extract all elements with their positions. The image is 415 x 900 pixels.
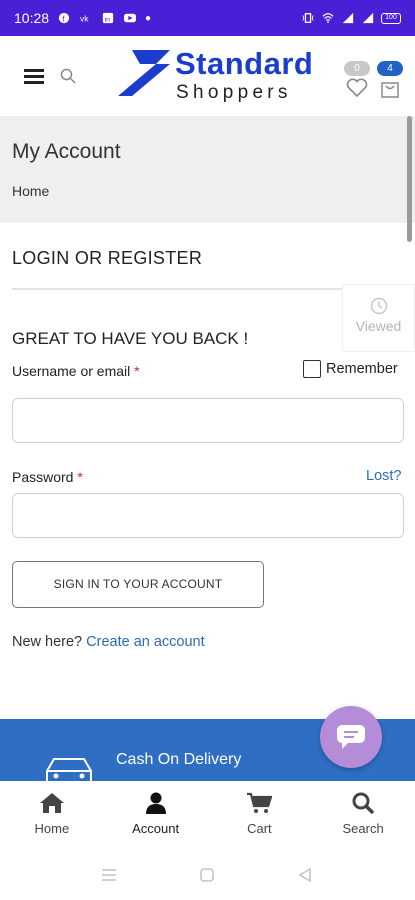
username-label-text: Username or email [12, 363, 131, 379]
svg-text:vk: vk [80, 13, 89, 23]
vibrate-icon [302, 13, 314, 23]
required-mark: * [134, 363, 140, 379]
heart-icon [346, 78, 368, 98]
password-input[interactable] [12, 493, 404, 538]
vk-icon: vk [80, 13, 89, 23]
status-time: 10:28 [14, 10, 50, 26]
checkbox-box[interactable] [303, 360, 321, 378]
nav-account-label: Account [132, 821, 180, 836]
username-input[interactable] [12, 398, 404, 443]
password-label-text: Password [12, 469, 74, 485]
chat-bubble-icon [337, 725, 365, 749]
facebook-icon: f [58, 12, 70, 23]
battery-icon: 100 [381, 12, 401, 24]
cart-count-badge: 4 [377, 61, 403, 76]
site-header: Standard Shoppers 0 4 [0, 36, 415, 116]
wifi-icon [322, 13, 334, 24]
create-account-link[interactable]: Create an account [86, 634, 205, 650]
logo-text-standard: Standard [175, 46, 314, 81]
username-label: Username or email * [12, 363, 140, 379]
bottom-navigation: Home Account Cart Search [0, 781, 415, 845]
search-icon [352, 792, 375, 815]
nav-home-label: Home [34, 821, 70, 836]
site-logo[interactable]: Standard Shoppers [118, 46, 323, 106]
remember-label: Remember [326, 361, 398, 377]
recent-apps-icon[interactable] [100, 867, 118, 888]
notification-dot-icon: ● [145, 12, 152, 24]
nav-cart[interactable]: Cart [208, 781, 312, 845]
cash-on-delivery-text: Cash On Delivery [116, 751, 242, 768]
youtube-icon [124, 13, 137, 23]
clock-icon [370, 297, 387, 315]
user-icon [145, 792, 166, 814]
signal-icon [342, 12, 354, 24]
system-navigation-bar [0, 845, 415, 900]
page-title: My Account [12, 140, 121, 163]
home-icon [39, 793, 64, 813]
breadcrumb-home[interactable]: Home [12, 183, 49, 199]
nav-search-label: Search [342, 821, 384, 836]
nav-cart-label: Cart [247, 821, 272, 836]
sign-in-button[interactable]: SIGN IN TO YOUR ACCOUNT [12, 561, 264, 608]
register-prompt: New here? Create an account [12, 634, 205, 650]
new-here-text: New here? [12, 634, 83, 650]
viewed-label: Viewed [355, 318, 402, 334]
nav-account[interactable]: Account [104, 781, 208, 845]
lost-password-link[interactable]: Lost? [366, 468, 401, 484]
required-mark: * [77, 469, 83, 485]
scrollbar-thumb[interactable] [407, 116, 412, 242]
back-icon[interactable] [297, 867, 313, 888]
signal-icon-2 [362, 12, 374, 24]
recently-viewed-widget[interactable]: Viewed [342, 284, 415, 352]
page-title-band: My Account Home [0, 116, 415, 223]
svg-text:in: in [105, 16, 111, 23]
header-search-icon[interactable] [60, 68, 76, 84]
section-divider [12, 288, 342, 290]
logo-text-shoppers: Shoppers [176, 82, 292, 103]
nav-home[interactable]: Home [0, 781, 104, 845]
logo-mark-icon [118, 50, 170, 96]
home-system-icon[interactable] [199, 867, 215, 888]
section-title: LOGIN OR REGISTER [12, 248, 203, 268]
cart-icon [247, 792, 273, 813]
chat-button[interactable] [320, 706, 382, 768]
wishlist-button[interactable]: 0 [344, 58, 370, 103]
wishlist-count-badge: 0 [344, 61, 370, 76]
status-bar: 10:28 f vk in ● 100 [0, 0, 415, 36]
welcome-heading: GREAT TO HAVE YOU BACK ! [12, 329, 249, 348]
car-icon [46, 758, 92, 781]
remember-checkbox[interactable]: Remember [303, 360, 398, 378]
linkedin-icon: in [102, 12, 114, 23]
shopping-bag-icon [381, 82, 399, 98]
header-cart-button[interactable]: 4 [376, 58, 404, 103]
nav-search[interactable]: Search [311, 781, 415, 845]
password-label: Password * [12, 469, 83, 485]
hamburger-menu-icon[interactable] [24, 69, 44, 85]
